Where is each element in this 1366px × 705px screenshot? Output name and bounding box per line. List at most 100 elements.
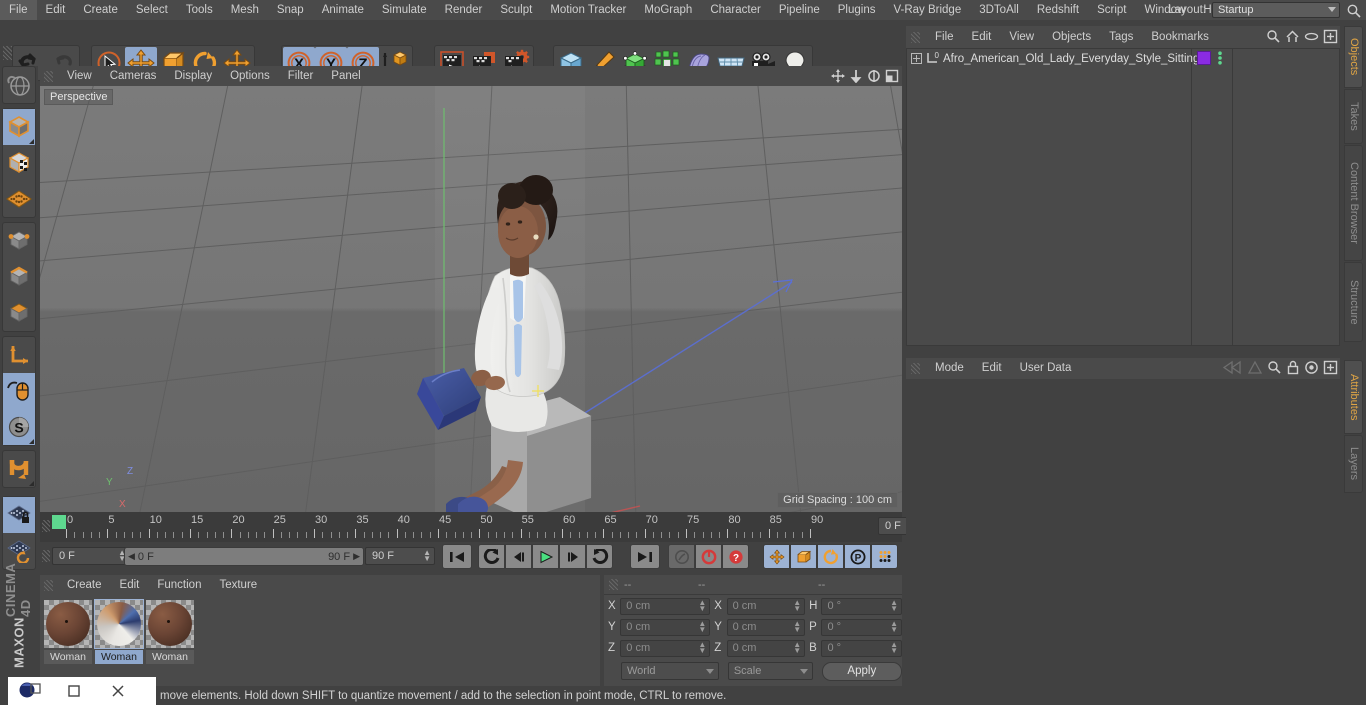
current-frame-marker[interactable] [52,515,66,529]
enable-axis-icon[interactable]: S [3,409,35,445]
viewport-menu-panel[interactable]: Panel [322,66,369,86]
object-menu-edit[interactable]: Edit [963,26,1001,48]
workplane-mode-icon[interactable] [3,181,35,217]
spinner-arrows-icon[interactable]: ▲▼ [423,549,431,563]
current-frame-field[interactable]: 0 F ▲ ▼ [52,547,130,565]
menu-item-character[interactable]: Character [701,0,770,20]
pan-view-icon[interactable] [829,68,846,84]
attributes-content[interactable] [906,379,1340,686]
menu-item-sculpt[interactable]: Sculpt [491,0,541,20]
step-back-frame-icon[interactable] [505,544,532,569]
key-rotation-icon[interactable] [817,544,844,569]
workplane-lock-icon[interactable] [3,497,35,533]
edge-mode-icon[interactable] [3,259,35,295]
step-forward-frame-icon[interactable] [559,544,586,569]
nav-up-icon[interactable] [1247,360,1263,378]
magnet-icon[interactable] [3,451,35,487]
coord-field-size-y[interactable]: 0 cm ▲ ▼ [726,618,806,636]
coord-field-size-z[interactable]: 0 cm ▲ ▼ [726,639,806,657]
material-item[interactable]: Woman [94,599,144,687]
object-menu-objects[interactable]: Objects [1043,26,1100,48]
step-forward-keyframe-icon[interactable] [586,544,613,569]
attributes-menu-mode[interactable]: Mode [926,358,973,379]
viewport-menu-cameras[interactable]: Cameras [101,66,166,86]
viewport-3d-canvas[interactable]: Perspective Grid Spacing : 100 cm Y Z X [40,86,902,512]
close-window-icon[interactable] [96,677,140,705]
menu-item-select[interactable]: Select [127,0,177,20]
eye-icon[interactable] [1304,29,1319,47]
spinner-arrows-icon[interactable]: ▲▼ [890,598,898,612]
viewport-menu-display[interactable]: Display [165,66,221,86]
material-preview-swatch[interactable] [94,599,144,649]
object-tag-color[interactable] [1197,51,1211,65]
end-frame-field[interactable]: 90 F ▲ ▼ [365,547,435,565]
menu-item-mesh[interactable]: Mesh [222,0,268,20]
menu-item-vray-bridge[interactable]: V-Ray Bridge [884,0,970,20]
spinner-arrows-icon[interactable]: ▲▼ [793,640,801,654]
texture-mode-icon[interactable] [3,145,35,181]
viewport-menu-filter[interactable]: Filter [279,66,323,86]
object-menu-file[interactable]: File [926,26,963,48]
point-mode-icon[interactable] [3,223,35,259]
viewport-solo-icon[interactable] [3,373,35,409]
menu-item-create[interactable]: Create [74,0,127,20]
dock-tab-layers[interactable]: Layers [1344,435,1363,493]
home-icon[interactable] [1285,29,1300,47]
menu-item-file[interactable]: File [0,0,37,20]
record-keyframe-tools-icon[interactable] [668,544,695,569]
preview-range-slider[interactable]: ◀ 0 F 90 F ▶ [124,547,364,566]
menu-item-redshift[interactable]: Redshift [1028,0,1088,20]
dock-tab-structure[interactable]: Structure [1344,262,1363,342]
material-manager-drag-grip[interactable] [44,579,53,591]
object-manager-drag-grip[interactable] [911,31,920,43]
coord-field-pos-y[interactable]: 0 cm ▲ ▼ [620,618,711,636]
material-menu-create[interactable]: Create [58,575,111,595]
lock-icon[interactable] [1286,360,1300,378]
key-scale-icon[interactable] [790,544,817,569]
spinner-arrows-icon[interactable]: ▲▼ [890,619,898,633]
toolbar-drag-grip[interactable] [3,46,12,60]
dock-tab-takes[interactable]: Takes [1344,89,1363,144]
menu-item-render[interactable]: Render [436,0,492,20]
step-back-keyframe-icon[interactable] [478,544,505,569]
dock-tab-attributes[interactable]: Attributes [1344,360,1363,434]
spinner-arrows-icon[interactable]: ▲▼ [698,640,706,654]
material-menu-edit[interactable]: Edit [111,575,149,595]
polygon-mode-icon[interactable] [3,295,35,331]
pin-icon[interactable] [1304,360,1319,378]
keyframe-help-icon[interactable]: ? [722,544,749,569]
spinner-arrows-icon[interactable]: ▲▼ [698,598,706,612]
spinner-arrows-icon[interactable]: ▲▼ [890,640,898,654]
search-icon[interactable] [1266,29,1281,47]
object-menu-bookmarks[interactable]: Bookmarks [1142,26,1218,48]
object-axis-icon[interactable] [3,337,35,373]
menu-item-tools[interactable]: Tools [177,0,222,20]
coord-field-pos-x[interactable]: 0 cm ▲ ▼ [620,597,711,615]
autokeying-icon[interactable] [695,544,722,569]
play-icon[interactable] [532,544,559,569]
material-menu-texture[interactable]: Texture [210,575,266,595]
menu-item-mograph[interactable]: MoGraph [635,0,701,20]
layout-dropdown[interactable]: Startup [1212,2,1340,18]
object-menu-view[interactable]: View [1000,26,1043,48]
attributes-menu-user-data[interactable]: User Data [1011,358,1081,379]
menu-item-pipeline[interactable]: Pipeline [770,0,829,20]
material-item[interactable]: Woman [146,600,194,687]
coord-system-dropdown[interactable]: World [621,662,719,680]
coord-field-pos-z[interactable]: 0 cm ▲ ▼ [620,639,711,657]
app-window-icon[interactable] [8,677,52,705]
maximize-view-icon[interactable] [883,68,900,84]
go-to-start-icon[interactable] [442,544,472,569]
menu-item-3dtoall[interactable]: 3DToAll [970,0,1028,20]
menu-item-motion-tracker[interactable]: Motion Tracker [541,0,635,20]
transport-drag-grip[interactable] [42,550,50,562]
range-right-arrow-icon[interactable]: ▶ [353,551,360,562]
material-item[interactable]: Woman [44,600,92,687]
dock-tab-content-browser[interactable]: Content Browser [1344,145,1363,261]
size-mode-dropdown[interactable]: Scale [727,662,813,680]
object-tree[interactable]: 0 Afro_American_Old_Lady_Everyday_Style_… [906,48,1340,346]
menu-item-script[interactable]: Script [1088,0,1135,20]
viewport-menu-options[interactable]: Options [221,66,279,86]
zoom-view-icon[interactable] [847,68,864,84]
spinner-arrows-icon[interactable]: ▲▼ [793,598,801,612]
